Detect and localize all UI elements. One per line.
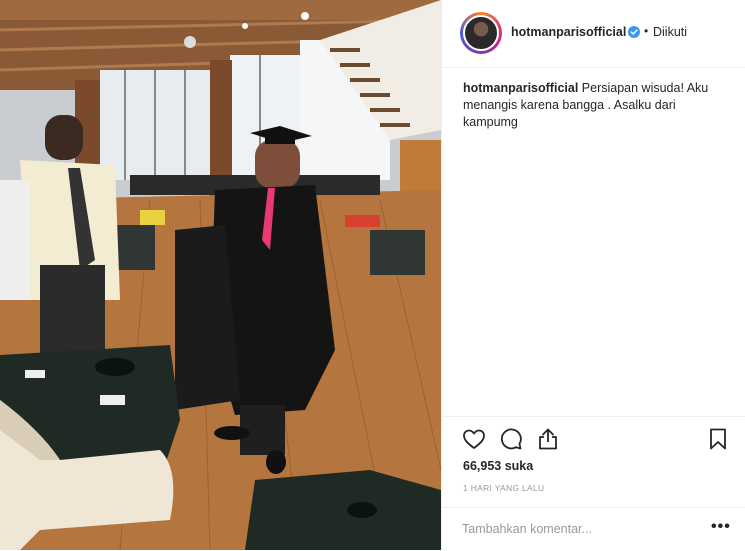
post-header: hotmanparisofficial • Diikuti — [442, 0, 745, 68]
likes-count[interactable]: 66,953 suka — [463, 459, 533, 473]
post-photo[interactable] — [0, 0, 441, 550]
likes-number: 66,953 — [463, 459, 502, 473]
post-caption: hotmanparisofficial Persiapan wisuda! Ak… — [463, 80, 728, 131]
header-separator: • — [644, 24, 649, 38]
post-actions-section: 66,953 suka 1 HARI YANG LALU ••• — [442, 416, 745, 550]
avatar-image — [463, 15, 499, 51]
more-options-icon[interactable]: ••• — [711, 518, 731, 536]
comment-input[interactable] — [462, 520, 692, 538]
profile-avatar[interactable] — [460, 12, 502, 54]
share-icon[interactable] — [536, 427, 560, 451]
header-username-link[interactable]: hotmanparisofficial — [511, 25, 626, 39]
comment-bubble-icon[interactable] — [499, 427, 523, 451]
following-status-button[interactable]: Diikuti — [653, 25, 687, 39]
graduation-photo-illustration — [0, 0, 441, 550]
bookmark-icon[interactable] — [706, 427, 730, 451]
likes-label: suka — [504, 459, 534, 473]
add-comment-bar: ••• — [442, 507, 745, 551]
post-timestamp[interactable]: 1 HARI YANG LALU — [463, 483, 545, 493]
verified-badge-icon — [628, 26, 640, 38]
heart-icon[interactable] — [462, 427, 486, 451]
post-details-panel: hotmanparisofficial • Diikuti hotmanpari… — [441, 0, 745, 550]
caption-username-link[interactable]: hotmanparisofficial — [463, 81, 578, 95]
